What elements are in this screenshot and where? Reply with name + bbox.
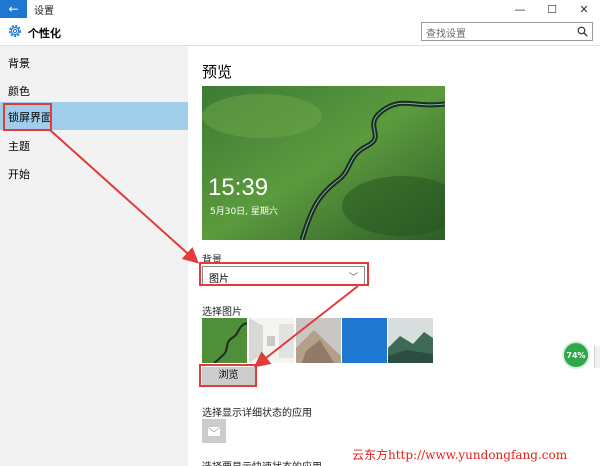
lock-time: 15:39: [208, 174, 269, 201]
search-placeholder: 查找设置: [426, 29, 466, 40]
mail-icon: [208, 426, 220, 436]
preview-heading: 预览: [202, 63, 233, 81]
lock-date: 5月30日, 星期六: [210, 207, 278, 217]
annotation-box-dropdown: [199, 262, 369, 286]
sidebar-item-label: 主题: [8, 140, 30, 153]
picture-thumbnail[interactable]: [202, 318, 247, 363]
picture-thumbnail[interactable]: [342, 318, 387, 363]
sidebar-item-label: 开始: [8, 168, 30, 181]
window-controls: — ☐ ✕: [504, 0, 600, 18]
quick-status-label: 选择要显示快速状态的应用: [202, 458, 322, 466]
app-title: 设置: [34, 6, 54, 17]
main-content: 预览 15:39 5月30日, 星期六 背景 图片 ﹀ 选择图片 浏览 选择显示…: [188, 46, 600, 466]
sidebar-item-colors[interactable]: 颜色: [0, 76, 188, 104]
battery-percent: 74%: [566, 350, 586, 360]
scrollbar[interactable]: [594, 346, 600, 368]
gear-icon: [9, 25, 21, 37]
picture-thumbnail[interactable]: [296, 318, 341, 363]
detailed-status-label: 选择显示详细状态的应用: [202, 408, 312, 419]
watermark: 云东方http://www.yundongfang.com: [352, 448, 568, 462]
back-arrow-icon: ←: [8, 2, 19, 16]
picture-thumbnail[interactable]: [388, 318, 433, 363]
page-header: 个性化 查找设置: [0, 18, 600, 46]
annotation-box-sidebar: [3, 103, 52, 131]
sidebar-item-label: 颜色: [8, 85, 30, 98]
choose-picture-label: 选择图片: [202, 307, 242, 318]
search-icon[interactable]: [577, 26, 588, 37]
close-icon[interactable]: ✕: [568, 0, 600, 18]
sidebar-item-background[interactable]: 背景: [0, 48, 188, 76]
lock-screen-preview: 15:39 5月30日, 星期六: [202, 86, 445, 240]
sidebar-item-label: 背景: [8, 57, 30, 70]
title-bar: ← 设置 — ☐ ✕: [0, 0, 600, 18]
search-input[interactable]: 查找设置: [421, 22, 593, 41]
sidebar-item-themes[interactable]: 主题: [0, 131, 188, 159]
battery-indicator: 74%: [562, 341, 590, 369]
maximize-icon[interactable]: ☐: [536, 0, 568, 18]
picture-thumbnail[interactable]: [249, 318, 294, 363]
annotation-box-browse: [199, 364, 257, 387]
page-title: 个性化: [28, 27, 61, 40]
back-button[interactable]: ←: [0, 0, 27, 18]
sidebar-item-start[interactable]: 开始: [0, 159, 188, 187]
minimize-icon[interactable]: —: [504, 0, 536, 18]
detailed-status-app-button[interactable]: [202, 419, 226, 443]
